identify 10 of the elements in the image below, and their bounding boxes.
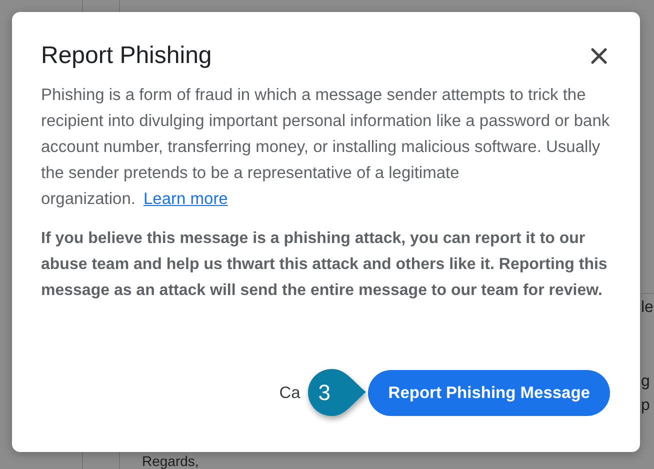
cancel-button[interactable]: Ca — [279, 370, 300, 416]
report-button[interactable]: Report Phishing Message — [368, 370, 610, 416]
learn-more-link[interactable]: Learn more — [143, 190, 228, 208]
background-text: g — [641, 372, 651, 392]
background-text: le — [641, 293, 654, 320]
description-text: Phishing is a form of fraud in which a message sender attempts to trick the recipient into divulging important personal information like a password or bank account number, transferring money, or installing malicious software. Usually the sender pretends to be a representative of a legitimate organization. Learn more — [41, 85, 610, 210]
background-text: p — [641, 396, 651, 416]
background-text: Regards, — [142, 453, 199, 469]
notice-text: If you believe this message is a phishing attack, you can report it to our abuse team and help us thwart this attack and others like it. Reporting this message as an attack will send the entire message to our team for review. — [41, 229, 608, 301]
dialog-title: Report Phishing — [41, 41, 212, 71]
